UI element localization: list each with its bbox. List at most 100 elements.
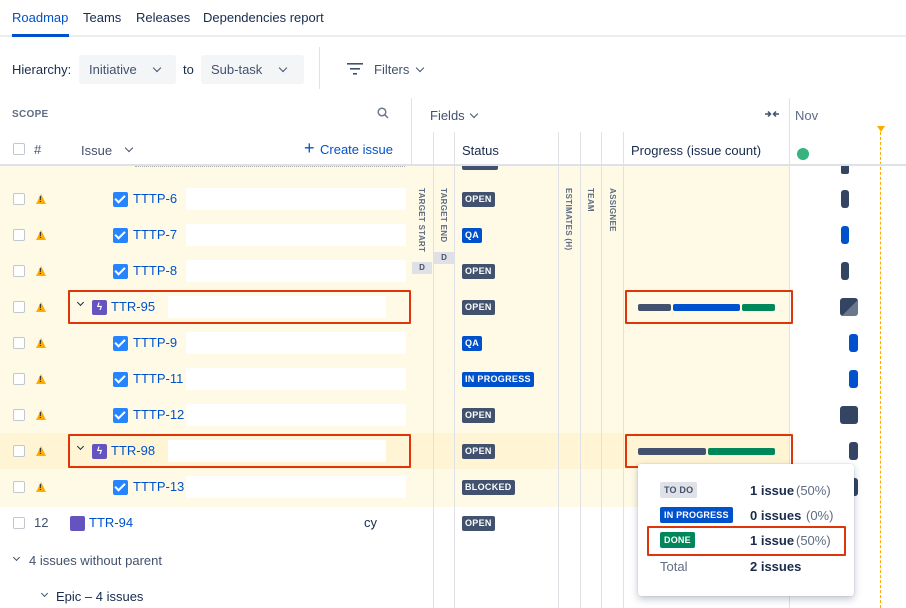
tab-dependencies-report[interactable]: Dependencies report (203, 10, 324, 25)
popover-total-value: 2 issues (750, 559, 802, 574)
issue-row[interactable]: TTTP-6 OPEN (0, 181, 906, 217)
hierarchy-label: Hierarchy: (12, 62, 72, 77)
row-checkbox[interactable] (13, 409, 25, 421)
row-checkbox[interactable] (13, 301, 25, 313)
timeline-bar[interactable] (841, 226, 849, 244)
scope-title: SCOPE (12, 109, 49, 120)
highlight-box-done (647, 526, 846, 556)
row-checkbox[interactable] (13, 481, 25, 493)
issue-key-link[interactable]: TTTP-9 (133, 335, 177, 350)
timeline-bar[interactable] (849, 442, 858, 460)
status-lozenge[interactable]: OPEN (462, 516, 495, 531)
row-checkbox[interactable] (13, 229, 25, 241)
issue-row[interactable]: TTTP-11 IN PROGRESS (0, 361, 906, 397)
hierarchy-to-select[interactable]: Sub-task (201, 55, 304, 84)
status-lozenge[interactable]: OPEN (462, 300, 495, 315)
fields-dropdown[interactable]: Fields (430, 107, 490, 125)
collapse-fields-icon[interactable] (764, 108, 780, 120)
subtask-type-icon (113, 336, 128, 351)
row-checkbox[interactable] (13, 337, 25, 349)
search-icon[interactable] (377, 107, 389, 119)
status-lozenge[interactable]: OPEN (462, 264, 495, 279)
without-parent-group[interactable]: 4 issues without parent (12, 552, 212, 570)
issue-row[interactable]: TTTP-9 QA (0, 325, 906, 361)
chevron-down-icon (278, 63, 288, 73)
timeline-bar[interactable] (849, 334, 858, 352)
popover-total-label: Total (660, 559, 688, 574)
timeline-bar[interactable] (840, 298, 858, 316)
popover-count: 1 issue (750, 483, 795, 498)
partial-status-lozenge (462, 166, 498, 170)
issue-summary-redacted (186, 224, 406, 246)
tab-releases[interactable]: Releases (136, 10, 190, 25)
tab-teams[interactable]: Teams (83, 10, 121, 25)
status-lozenge[interactable]: OPEN (462, 444, 495, 459)
status-lozenge[interactable]: QA (462, 228, 483, 243)
create-issue-button[interactable]: + Create issue (304, 138, 396, 159)
status-lozenge[interactable]: OPEN (462, 408, 495, 423)
warning-icon[interactable] (36, 302, 46, 312)
warning-icon[interactable] (36, 266, 46, 276)
issue-summary-redacted (186, 188, 406, 210)
highlight-box-progress-ttr98 (625, 434, 793, 468)
row-number: 12 (34, 515, 49, 530)
create-issue-label: Create issue (320, 142, 393, 157)
issue-key-link[interactable]: TTTP-11 (133, 371, 183, 386)
issue-column-header[interactable]: Issue (81, 142, 141, 158)
issue-row[interactable]: TTTP-8 OPEN (0, 253, 906, 289)
row-checkbox[interactable] (13, 445, 25, 457)
column-number-header: # (34, 142, 42, 157)
subtask-type-icon (113, 228, 128, 243)
timeline-bar[interactable] (841, 262, 849, 280)
status-lozenge[interactable]: BLOCKED (462, 480, 515, 495)
issue-key-link[interactable]: TTR-94 (89, 515, 133, 530)
hierarchy-from-select[interactable]: Initiative (79, 55, 176, 84)
subtask-type-icon (113, 480, 128, 495)
filters-label: Filters (374, 62, 410, 77)
timeline-bar[interactable] (841, 190, 849, 208)
chevron-down-icon (40, 589, 49, 598)
issue-row[interactable]: TTTP-7 QA (0, 217, 906, 253)
timeline-bar[interactable] (849, 370, 858, 388)
tab-roadmap[interactable]: Roadmap (12, 10, 68, 25)
fields-label: Fields (430, 108, 465, 123)
row-checkbox[interactable] (13, 517, 25, 529)
story-type-icon (70, 516, 85, 531)
issue-key-link[interactable]: TTTP-13 (133, 479, 184, 494)
issue-row[interactable]: TTTP-12 OPEN (0, 397, 906, 433)
epic-group[interactable]: Epic – 4 issues (40, 588, 240, 606)
issue-key-link[interactable]: TTTP-6 (133, 191, 177, 206)
issue-summary-redacted (186, 332, 406, 354)
chevron-down-icon (12, 553, 21, 562)
issue-key-link[interactable]: TTTP-8 (133, 263, 177, 278)
subtask-type-icon (113, 192, 128, 207)
filters-button[interactable]: Filters (346, 60, 436, 80)
row-checkbox[interactable] (13, 193, 25, 205)
issue-key-link[interactable]: TTTP-12 (133, 407, 184, 422)
warning-icon[interactable] (36, 374, 46, 384)
subtask-type-icon (113, 408, 128, 423)
warning-icon[interactable] (36, 338, 46, 348)
warning-icon[interactable] (36, 194, 46, 204)
issue-key-link[interactable]: TTTP-7 (133, 227, 177, 242)
row-checkbox[interactable] (13, 373, 25, 385)
timeline-bar[interactable] (840, 406, 858, 424)
status-lozenge[interactable]: QA (462, 336, 483, 351)
issue-summary-redacted (186, 476, 406, 498)
plus-icon: + (304, 138, 315, 158)
status-lozenge[interactable]: OPEN (462, 192, 495, 207)
warning-icon[interactable] (36, 482, 46, 492)
issue-summary-redacted (186, 260, 406, 282)
release-marker-icon[interactable] (797, 148, 809, 160)
warning-icon[interactable] (36, 410, 46, 420)
status-lozenge[interactable]: IN PROGRESS (462, 372, 534, 387)
row-checkbox[interactable] (13, 265, 25, 277)
select-all-checkbox[interactable] (13, 143, 25, 155)
popover-percent: (50%) (796, 483, 831, 498)
warning-icon[interactable] (36, 446, 46, 456)
warning-icon[interactable] (36, 230, 46, 240)
popover-status-lozenge: TO DO (660, 482, 698, 498)
progress-column-header: Progress (issue count) (631, 143, 762, 158)
chevron-down-icon (152, 63, 162, 73)
issue-column-label: Issue (81, 143, 113, 158)
